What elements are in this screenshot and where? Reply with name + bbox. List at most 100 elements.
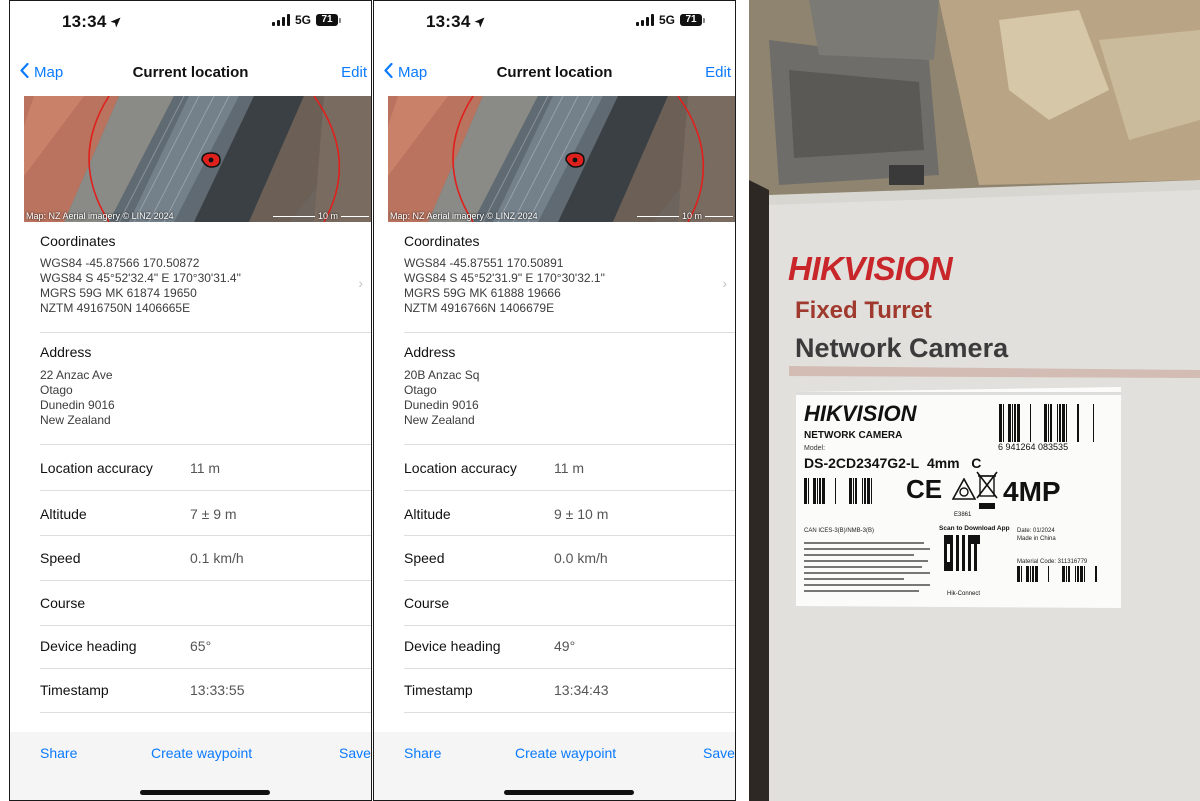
divider <box>40 580 371 581</box>
location-arrow-icon <box>110 13 121 33</box>
status-bar: 13:34 5G 71 <box>10 1 371 39</box>
address-line: 20B Anzac Sq <box>404 368 480 382</box>
page-title: Current location <box>496 64 613 81</box>
row-value: 13:34:43 <box>554 682 609 698</box>
coordinates-section[interactable]: Coordinates WGS84 -45.87566 170.50872 WGS… <box>40 233 371 316</box>
coordinates-section[interactable]: Coordinates WGS84 -45.87551 170.50891 WGS… <box>404 233 735 316</box>
divider <box>40 625 371 626</box>
create-waypoint-button[interactable]: Create waypoint <box>151 745 252 761</box>
address-lines: 20B Anzac Sq Otago Dunedin 9016 New Zealand <box>404 368 735 428</box>
ce-mark-icon: C​E <box>906 474 943 504</box>
label-variant: C <box>971 455 982 471</box>
map-scale: 10 m <box>636 211 733 221</box>
row-value: 11 m <box>190 460 221 476</box>
row-device-heading: Device heading 65° <box>40 638 371 658</box>
row-label: Course <box>404 595 450 611</box>
navigation-bar: Map Current location Edit <box>374 62 735 93</box>
coordinates-heading: Coordinates <box>404 233 480 249</box>
row-timestamp: Timestamp 13:34:43 <box>404 682 735 702</box>
address-line: New Zealand <box>404 413 475 427</box>
location-arrow-icon <box>474 13 485 33</box>
row-altitude: Altitude 9 ± 10 m <box>404 506 735 526</box>
label-model: DS-2CD2347G2-L <box>804 455 920 471</box>
label-barcode-digits: 6 941264 083535 <box>998 442 1069 452</box>
row-speed: Speed 0.0 km/h <box>404 550 735 570</box>
label-scan-caption: Scan to Download App <box>939 525 1010 532</box>
row-label: Device heading <box>404 638 501 654</box>
divider <box>40 332 371 333</box>
address-heading: Address <box>40 344 92 360</box>
row-value: 0.0 km/h <box>554 550 608 566</box>
divider <box>40 668 371 669</box>
label-model-caption: Model: <box>804 445 826 452</box>
row-course: Course <box>40 595 371 615</box>
coordinate-line: MGRS 59G MK 61888 19666 <box>404 286 561 300</box>
row-course: Course <box>404 595 735 615</box>
location-pin-icon <box>564 151 586 169</box>
divider <box>404 712 735 713</box>
address-line: Dunedin 9016 <box>404 398 479 412</box>
aerial-map-image <box>24 96 371 222</box>
label-lens: 4mm <box>926 455 960 471</box>
box-product-line1: Fixed Turret <box>795 297 932 324</box>
label-code-e: E3861 <box>954 512 972 518</box>
coordinate-line: WGS84 -45.87566 170.50872 <box>40 256 200 270</box>
label-app-name: Hik-Connect <box>947 591 981 597</box>
row-label: Speed <box>404 550 445 566</box>
address-line: 22 Anzac Ave <box>40 368 113 382</box>
status-indicators: 5G 71 <box>271 13 341 27</box>
edit-button[interactable]: Edit <box>341 64 367 81</box>
coordinate-list: WGS84 -45.87566 170.50872 WGS84 S 45°52'3… <box>40 256 371 316</box>
coordinate-line: WGS84 S 45°52'31.9" E 170°30'32.1" <box>404 271 605 285</box>
status-bar: 13:34 5G 71 <box>374 1 735 39</box>
map-preview[interactable]: Map: NZ Aerial imagery © LINZ 2024 10 m <box>388 96 735 222</box>
share-button[interactable]: Share <box>40 745 77 761</box>
network-type: 5G <box>658 13 675 27</box>
battery-level: 71 <box>680 14 702 26</box>
location-pin-icon <box>200 151 222 169</box>
divider <box>404 332 735 333</box>
row-location-accuracy: Location accuracy 11 m <box>404 460 735 480</box>
label-model-line: DS-2CD2347G2-L 4mm C <box>804 455 981 471</box>
save-button[interactable]: Save <box>703 745 735 761</box>
address-section: Address 20B Anzac Sq Otago Dunedin 9016 New… <box>404 344 735 428</box>
row-device-heading: Device heading 49° <box>404 638 735 658</box>
coordinate-line: MGRS 59G MK 61874 19650 <box>40 286 197 300</box>
divider <box>404 580 735 581</box>
divider <box>404 444 735 445</box>
home-indicator <box>140 790 270 795</box>
label-origin: Made in China <box>1017 536 1056 542</box>
divider <box>404 625 735 626</box>
row-speed: Speed 0.1 km/h <box>40 550 371 570</box>
save-button[interactable]: Save <box>339 745 371 761</box>
row-label: Course <box>40 595 86 611</box>
coordinate-line: WGS84 -45.87551 170.50891 <box>404 256 564 270</box>
row-value: 13:33:55 <box>190 682 245 698</box>
row-value: 7 ± 9 m <box>190 506 237 522</box>
row-location-accuracy: Location accuracy 11 m <box>40 460 371 480</box>
phone-screenshot-left: 13:34 5G 71 Map Current location Edit Ma… <box>9 0 372 801</box>
divider <box>40 535 371 536</box>
share-button[interactable]: Share <box>404 745 441 761</box>
create-waypoint-button[interactable]: Create waypoint <box>515 745 616 761</box>
camera-box-photo: HIKVISION Fixed Turret Network Camera HI… <box>749 0 1200 801</box>
divider <box>404 490 735 491</box>
chevron-right-icon: › <box>358 275 363 291</box>
divider <box>404 668 735 669</box>
map-attribution: Map: NZ Aerial imagery © LINZ 2024 <box>390 211 538 221</box>
map-attribution: Map: NZ Aerial imagery © LINZ 2024 <box>26 211 174 221</box>
label-material-code: Material Code: 311316779 <box>1017 559 1088 565</box>
coordinate-list: WGS84 -45.87551 170.50891 WGS84 S 45°52'3… <box>404 256 735 316</box>
row-label: Altitude <box>40 506 87 522</box>
signal-icon <box>271 14 290 26</box>
address-section: Address 22 Anzac Ave Otago Dunedin 9016 New… <box>40 344 371 428</box>
divider <box>40 712 371 713</box>
address-lines: 22 Anzac Ave Otago Dunedin 9016 New Zealand <box>40 368 371 428</box>
address-line: New Zealand <box>40 413 111 427</box>
network-type: 5G <box>294 13 311 27</box>
map-preview[interactable]: Map: NZ Aerial imagery © LINZ 2024 10 m <box>24 96 371 222</box>
edit-button[interactable]: Edit <box>705 64 731 81</box>
row-value: 49° <box>554 638 576 654</box>
divider <box>404 535 735 536</box>
row-label: Device heading <box>40 638 137 654</box>
